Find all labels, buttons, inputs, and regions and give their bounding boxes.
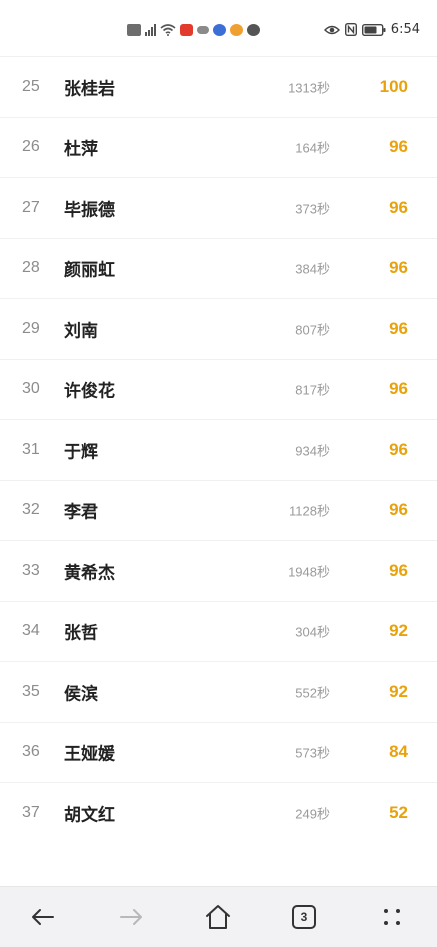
rank-number: 32 <box>22 501 40 519</box>
participant-name: 毕振德 <box>64 200 115 221</box>
app-icon <box>247 24 260 36</box>
score-value: 100 <box>379 76 408 96</box>
score-value: 96 <box>389 560 408 580</box>
participant-name: 杜萍 <box>64 139 98 160</box>
hd-icon <box>127 24 141 36</box>
participant-name: 王娅媛 <box>64 744 115 765</box>
eye-icon <box>323 25 340 34</box>
time-used: 552秒 <box>295 685 330 701</box>
score-value: 96 <box>389 318 408 338</box>
participant-name: 颜丽虹 <box>64 260 115 281</box>
more-icon <box>384 909 400 925</box>
app-icon <box>213 24 226 36</box>
rank-number: 36 <box>22 743 40 761</box>
status-icons-right: 6:54 <box>323 22 420 37</box>
list-item: 26 杜萍 164秒 96 <box>0 116 437 178</box>
time-used: 384秒 <box>295 261 330 277</box>
list-item: 34 张哲 304秒 92 <box>0 600 437 662</box>
participant-name: 于辉 <box>64 442 98 463</box>
screen: 6:54 25 张桂岩 1313秒 100 26 杜萍 164秒 96 27 毕振德 373秒 96 2… <box>0 0 437 947</box>
list-item: 29 刘南 807秒 96 <box>0 298 437 359</box>
rank-number: 29 <box>22 319 40 337</box>
score-value: 92 <box>389 681 408 701</box>
score-value: 96 <box>389 137 408 157</box>
list-item: 32 李君 1128秒 96 <box>0 479 437 541</box>
time-used: 164秒 <box>295 140 330 156</box>
score-value: 52 <box>389 802 408 822</box>
rank-number: 30 <box>22 380 40 398</box>
rank-number: 33 <box>22 561 40 579</box>
rank-number: 25 <box>22 77 40 95</box>
signal-icon <box>145 24 156 36</box>
list-item: 31 于辉 934秒 96 <box>0 419 437 480</box>
home-icon <box>206 905 230 929</box>
list-item: 28 颜丽虹 384秒 96 <box>0 237 437 299</box>
home-button[interactable] <box>204 903 232 931</box>
time-used: 934秒 <box>295 443 330 459</box>
rank-number: 35 <box>22 682 40 700</box>
time-used: 573秒 <box>295 745 330 761</box>
score-value: 96 <box>389 379 408 399</box>
rank-number: 37 <box>22 803 40 821</box>
list-item: 35 侯滨 552秒 92 <box>0 661 437 722</box>
participant-name: 侯滨 <box>64 684 98 705</box>
back-arrow-icon <box>32 909 54 925</box>
status-time: 6:54 <box>390 22 420 37</box>
rank-number: 31 <box>22 440 40 458</box>
time-used: 1128秒 <box>289 503 330 519</box>
rank-number: 34 <box>22 622 40 640</box>
app-icon <box>230 24 243 36</box>
ranking-list: 25 张桂岩 1313秒 100 26 杜萍 164秒 96 27 毕振德 373秒 96 28 颜丽虹 3… <box>0 56 437 843</box>
score-value: 96 <box>389 439 408 459</box>
rank-number: 27 <box>22 198 40 216</box>
nfc-icon <box>344 23 357 36</box>
status-icons-left <box>127 24 260 36</box>
list-item: 27 毕振德 373秒 96 <box>0 177 437 238</box>
time-used: 817秒 <box>295 382 330 398</box>
participant-name: 胡文红 <box>64 805 115 826</box>
score-value: 96 <box>389 258 408 278</box>
time-used: 1313秒 <box>288 80 330 96</box>
list-item: 36 王娅媛 573秒 84 <box>0 721 437 783</box>
list-item: 37 胡文红 249秒 52 <box>0 782 437 843</box>
status-bar: 6:54 <box>0 0 437 56</box>
participant-name: 张哲 <box>64 623 98 644</box>
forward-button[interactable] <box>117 903 145 931</box>
wifi-icon <box>160 24 176 36</box>
participant-name: 李君 <box>64 502 98 523</box>
battery-icon <box>361 23 386 36</box>
rank-number: 26 <box>22 138 40 156</box>
time-used: 1948秒 <box>288 564 330 580</box>
list-item: 30 许俊花 817秒 96 <box>0 358 437 420</box>
participant-name: 许俊花 <box>64 381 115 402</box>
score-value: 84 <box>389 742 408 762</box>
list-item: 25 张桂岩 1313秒 100 <box>0 56 437 117</box>
browser-bottom-nav: 3 <box>0 886 437 947</box>
participant-name: 刘南 <box>64 321 98 342</box>
time-used: 249秒 <box>295 806 330 822</box>
time-used: 304秒 <box>295 624 330 640</box>
back-button[interactable] <box>29 903 57 931</box>
score-value: 96 <box>389 197 408 217</box>
app-notification-icon <box>180 24 193 36</box>
rank-number: 28 <box>22 259 40 277</box>
tabs-button[interactable]: 3 <box>290 903 318 931</box>
more-button[interactable] <box>378 903 406 931</box>
cloud-icon <box>197 26 209 34</box>
participant-name: 黄希杰 <box>64 563 115 584</box>
list-item: 33 黄希杰 1948秒 96 <box>0 540 437 601</box>
time-used: 807秒 <box>295 322 330 338</box>
time-used: 373秒 <box>295 201 330 217</box>
tab-count: 3 <box>300 910 308 924</box>
participant-name: 张桂岩 <box>64 79 115 100</box>
score-value: 92 <box>389 621 408 641</box>
score-value: 96 <box>389 500 408 520</box>
forward-arrow-icon <box>120 909 142 925</box>
